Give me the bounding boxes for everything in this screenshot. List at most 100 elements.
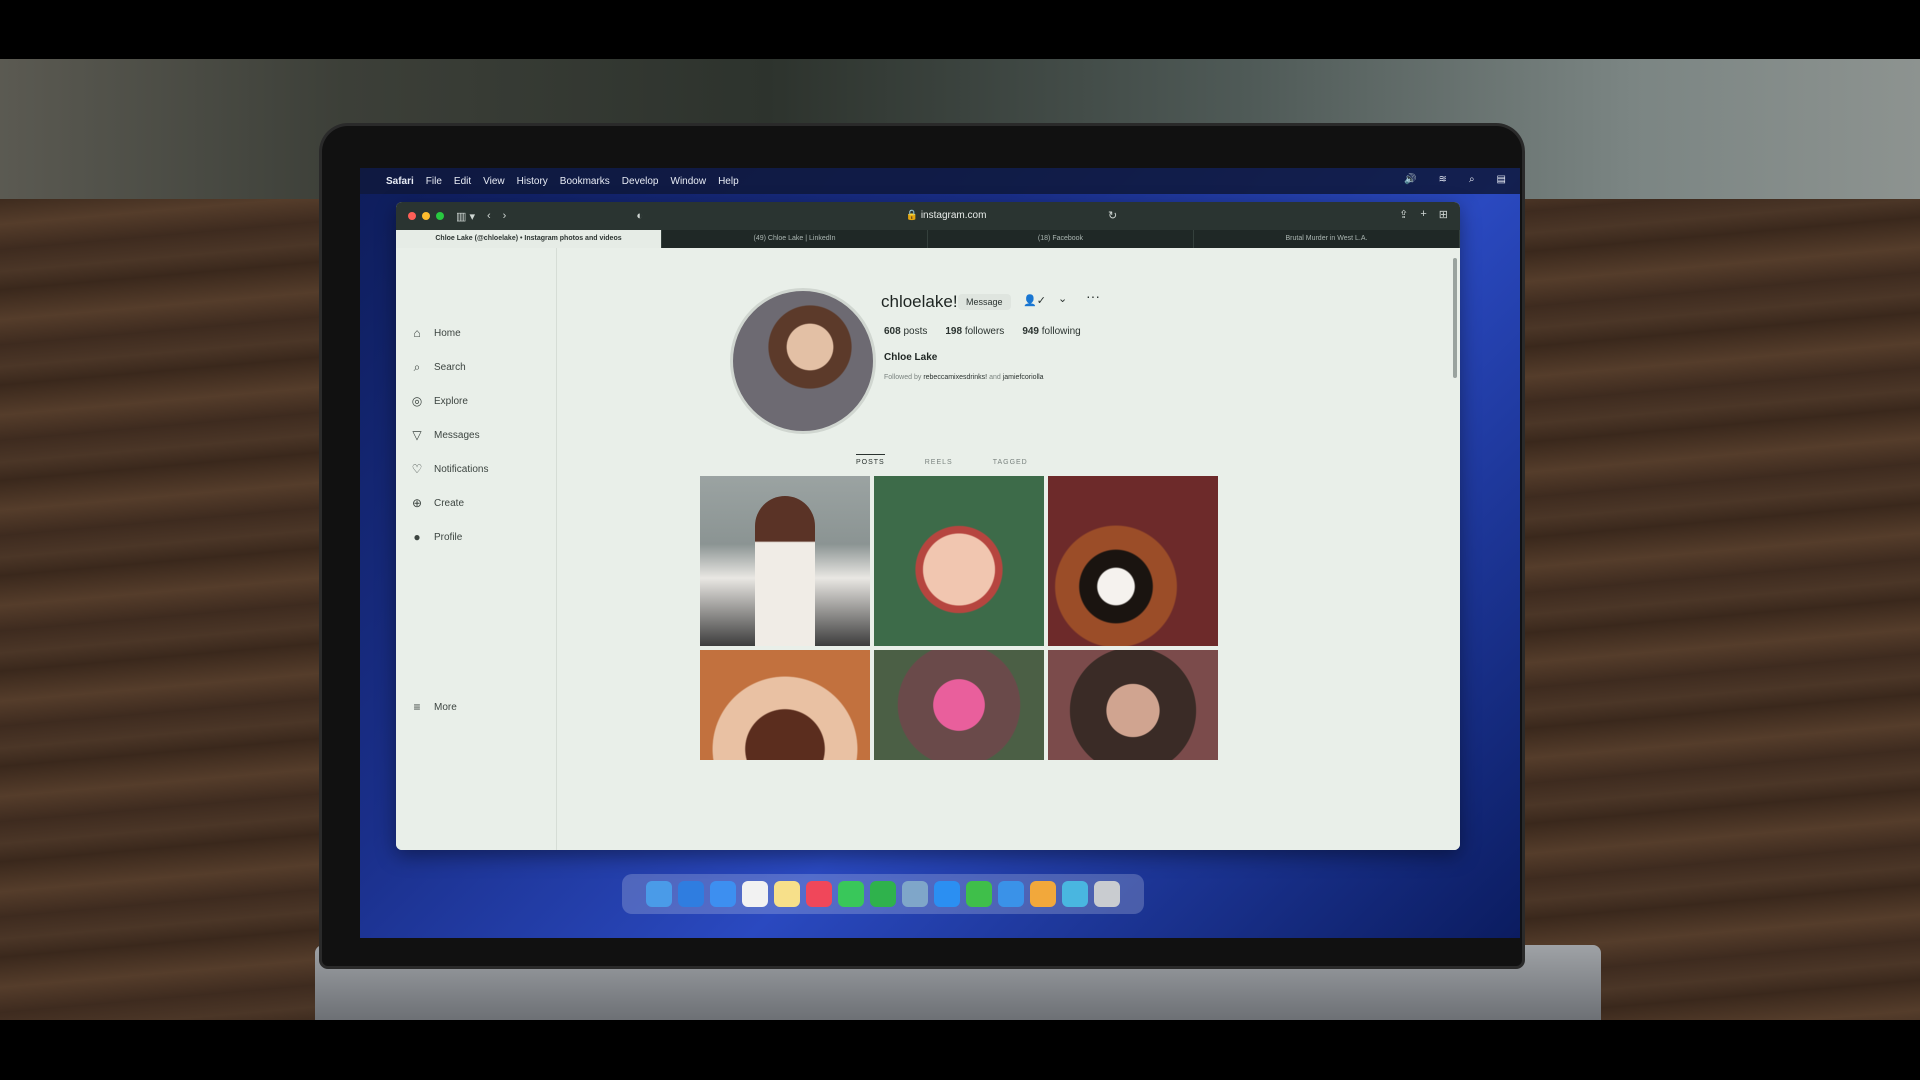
avatar-icon: ●: [413, 530, 421, 544]
menu-bookmarks[interactable]: Bookmarks: [560, 176, 610, 187]
letterbox-bottom: [0, 1020, 1920, 1080]
facetime-icon[interactable]: [870, 881, 896, 907]
compass-icon: ◎: [411, 394, 423, 408]
post-thumbnail[interactable]: [700, 476, 870, 646]
menu-edit[interactable]: Edit: [454, 176, 471, 187]
tab-overview-icon[interactable]: ⊞: [1439, 208, 1448, 221]
pages-icon[interactable]: [1030, 881, 1056, 907]
posts-count: 608 posts: [884, 326, 928, 337]
profile-stats: 608 posts 198 followers 949 following: [884, 326, 1081, 337]
post-thumbnail[interactable]: [1048, 476, 1218, 646]
heart-icon: ♡: [411, 462, 423, 476]
tab-reels[interactable]: REELS: [925, 454, 953, 466]
tab-posts[interactable]: POSTS: [856, 454, 885, 466]
message-button[interactable]: Message: [958, 294, 1011, 310]
sidebar-toggle-icon[interactable]: ▥ ▾: [456, 210, 475, 223]
page-scrollbar[interactable]: [1453, 258, 1457, 378]
menu-help[interactable]: Help: [718, 176, 739, 187]
wifi-icon[interactable]: ≋: [1439, 174, 1447, 185]
sidebar-more-label: More: [434, 701, 457, 713]
notes-icon[interactable]: [774, 881, 800, 907]
keynote-icon[interactable]: [998, 881, 1024, 907]
new-tab-icon[interactable]: +: [1420, 208, 1426, 221]
tab-tagged[interactable]: TAGGED: [993, 454, 1028, 466]
close-window-button[interactable]: [408, 212, 416, 220]
post-thumbnail[interactable]: [700, 650, 870, 760]
browser-toolbar: ▥ ▾ ‹ › ◐ 🔒 instagram.com ↻ ⇪ + ⊞: [396, 202, 1460, 230]
chevron-down-icon[interactable]: ⌄: [1058, 292, 1067, 305]
sidebar-item-label: Home: [434, 327, 461, 339]
following-count[interactable]: 949 following: [1022, 326, 1080, 337]
menu-app-name[interactable]: Safari: [386, 176, 414, 187]
downloads-folder-icon[interactable]: [1062, 881, 1088, 907]
followers-count[interactable]: 198 followers: [945, 326, 1004, 337]
sidebar-item-label: Search: [434, 361, 466, 373]
followed-by-text: Followed by rebeccamixesdrinks! and jami…: [884, 374, 1044, 381]
tab-linkedin[interactable]: (49) Chloe Lake | LinkedIn: [662, 230, 928, 248]
share-icon[interactable]: ⇪: [1399, 208, 1408, 221]
status-icons: 🔊 ≋ ⌕ ▤: [1392, 174, 1506, 185]
sidebar-item-label: Create: [434, 497, 465, 509]
volume-icon[interactable]: 🔊: [1404, 174, 1416, 185]
minimize-window-button[interactable]: [422, 212, 430, 220]
profile-avatar[interactable]: [730, 288, 876, 434]
sidebar-item-more[interactable]: ≡ More: [410, 700, 457, 714]
tab-facebook[interactable]: (18) Facebook: [928, 230, 1194, 248]
send-icon: ▽: [412, 428, 422, 442]
address-bar[interactable]: 🔒 instagram.com: [816, 208, 1076, 224]
numbers-icon[interactable]: [966, 881, 992, 907]
privacy-shield-icon[interactable]: ◐: [636, 210, 643, 222]
menu-file[interactable]: File: [426, 176, 442, 187]
sidebar-item-explore[interactable]: ◎ Explore: [410, 394, 468, 408]
profile-full-name: Chloe Lake: [884, 352, 938, 363]
menu-history[interactable]: History: [517, 176, 548, 187]
plus-square-icon: ⊕: [411, 496, 423, 510]
instagram-page: ⌂ Home ⌕ Search ◎ Explore ▽ Messages ♡ N…: [396, 248, 1460, 850]
instagram-sidebar: ⌂ Home ⌕ Search ◎ Explore ▽ Messages ♡ N…: [396, 248, 557, 850]
sidebar-item-notifications[interactable]: ♡ Notifications: [410, 462, 489, 476]
sidebar-item-profile[interactable]: ● Profile: [410, 530, 462, 544]
finder-icon[interactable]: [646, 881, 672, 907]
back-icon[interactable]: ‹: [487, 210, 491, 222]
trash-icon[interactable]: [1094, 881, 1120, 907]
sidebar-item-label: Messages: [434, 429, 480, 441]
macos-menubar: Safari File Edit View History Bookmarks …: [360, 168, 1520, 194]
menu-develop[interactable]: Develop: [622, 176, 659, 187]
following-icon[interactable]: 👤✓: [1023, 294, 1046, 307]
safari-icon[interactable]: [678, 881, 704, 907]
home-icon: ⌂: [413, 326, 421, 340]
spotlight-search-icon[interactable]: ⌕: [1469, 174, 1475, 185]
post-thumbnail[interactable]: [874, 650, 1044, 760]
posts-grid: [700, 476, 1218, 760]
menu-window[interactable]: Window: [671, 176, 707, 187]
toolbar-right-actions: ⇪ + ⊞: [1399, 208, 1448, 221]
menu-view[interactable]: View: [483, 176, 505, 187]
sidebar-item-label: Explore: [434, 395, 468, 407]
sidebar-item-create[interactable]: ⊕ Create: [410, 496, 464, 510]
followed-by-link-1[interactable]: rebeccamixesdrinks!: [923, 374, 987, 381]
tab-instagram[interactable]: Chloe Lake (@chloelake) • Instagram phot…: [396, 230, 662, 248]
macos-dock: [622, 874, 1144, 914]
tab-news[interactable]: Brutal Murder in West L.A.: [1194, 230, 1460, 248]
control-center-icon[interactable]: ▤: [1497, 174, 1506, 185]
menu-icon: ≡: [413, 700, 421, 714]
followed-by-link-2[interactable]: jamiefcoriolla: [1003, 374, 1044, 381]
post-thumbnail[interactable]: [1048, 650, 1218, 760]
sidebar-item-home[interactable]: ⌂ Home: [410, 326, 461, 340]
more-options-icon[interactable]: ···: [1086, 288, 1100, 304]
sidebar-item-messages[interactable]: ▽ Messages: [410, 428, 480, 442]
reminders-icon[interactable]: [742, 881, 768, 907]
laptop-screen: Safari File Edit View History Bookmarks …: [360, 168, 1520, 938]
app-store-icon[interactable]: [934, 881, 960, 907]
forward-icon[interactable]: ›: [503, 210, 507, 222]
post-thumbnail[interactable]: [874, 476, 1044, 646]
window-controls: [408, 212, 444, 220]
zoom-window-button[interactable]: [436, 212, 444, 220]
maps-icon[interactable]: [902, 881, 928, 907]
music-icon[interactable]: [806, 881, 832, 907]
reload-icon[interactable]: ↻: [1108, 209, 1117, 222]
safari-window: ▥ ▾ ‹ › ◐ 🔒 instagram.com ↻ ⇪ + ⊞ Chloe …: [396, 202, 1460, 850]
mail-icon[interactable]: [710, 881, 736, 907]
messages-icon[interactable]: [838, 881, 864, 907]
sidebar-item-search[interactable]: ⌕ Search: [410, 360, 466, 374]
